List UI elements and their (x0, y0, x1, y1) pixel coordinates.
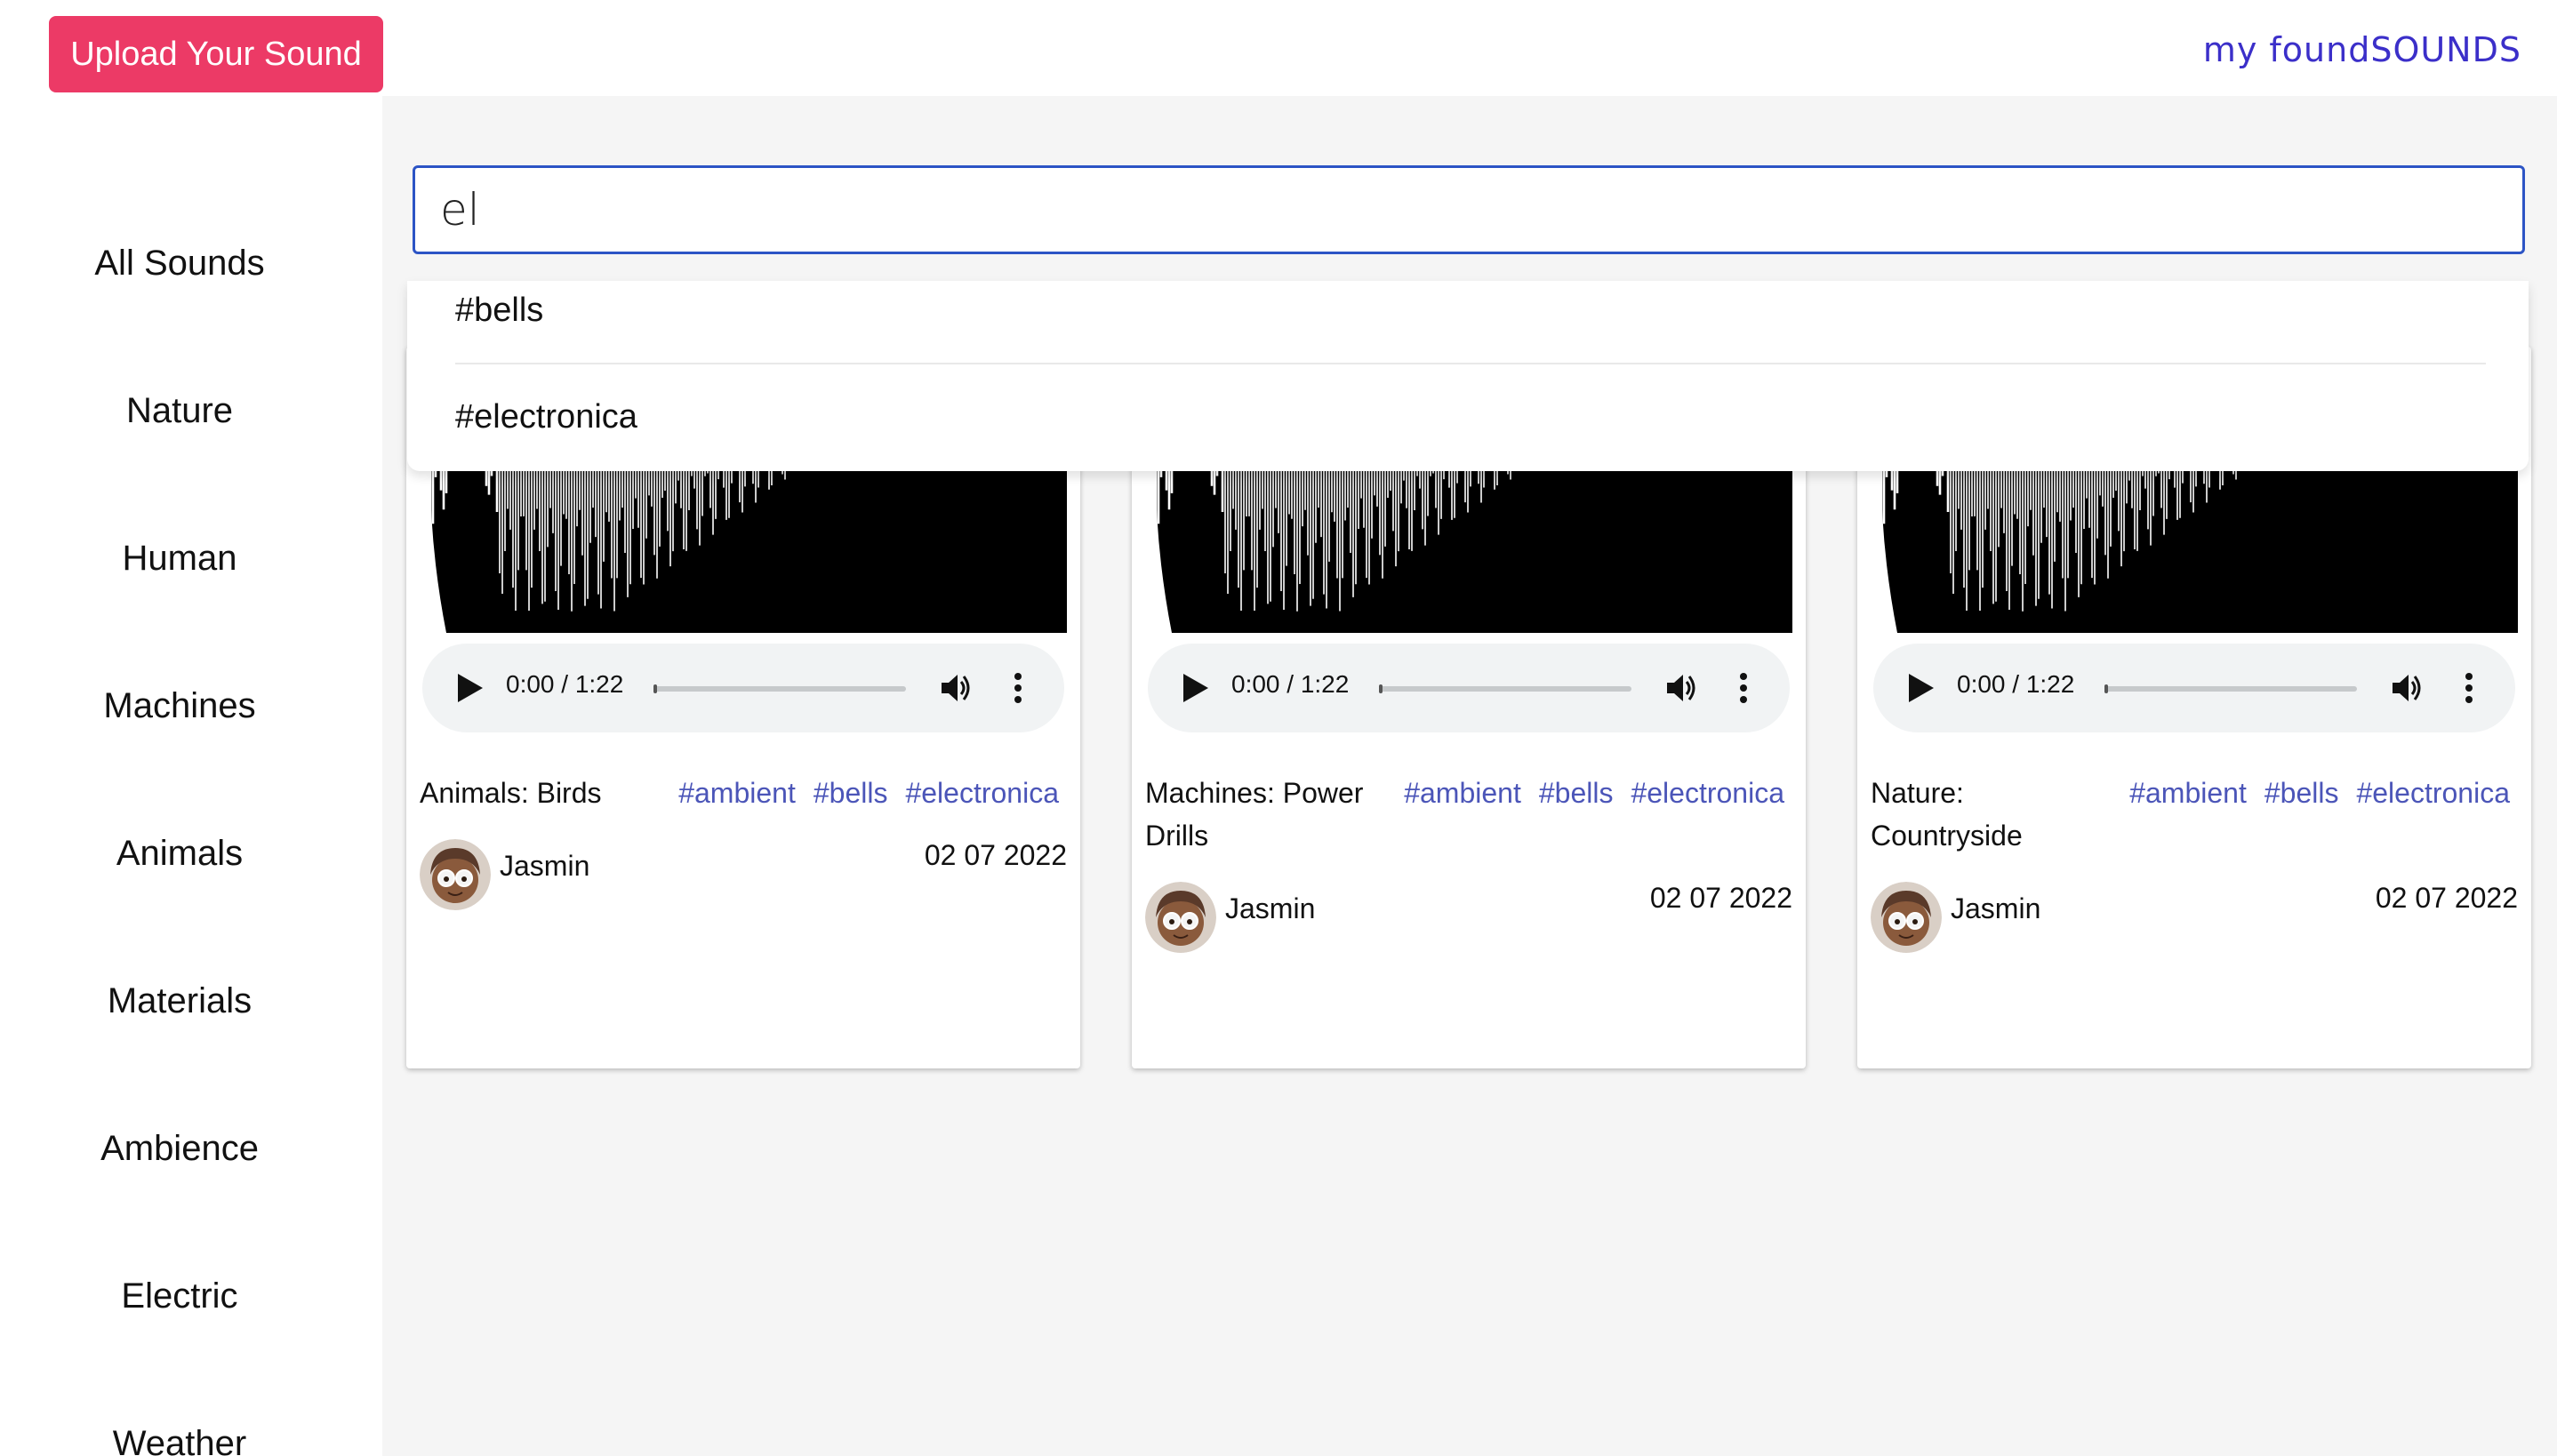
sidebar-item-machines[interactable]: Machines (0, 686, 359, 726)
tag-link[interactable]: #bells (1539, 772, 1614, 814)
logo-my: my (2202, 30, 2258, 69)
tag-list: #ambient #bells #electronica (2129, 772, 2510, 814)
sidebar-item-human[interactable]: Human (0, 539, 359, 579)
author: Jasmin (420, 839, 589, 910)
sound-title[interactable]: Animals: Birds (420, 772, 642, 814)
author-name[interactable]: Jasmin (500, 850, 589, 883)
page: Upload Your Sound my foundSOUNDS All Sou… (0, 0, 2557, 1456)
category-sidebar: All Sounds Nature Human Machines Animals… (0, 96, 382, 1456)
sound-title[interactable]: Nature: Countryside (1871, 772, 2093, 857)
time-display: 0:00 / 1:22 (506, 670, 624, 698)
play-icon[interactable] (1909, 674, 1934, 702)
avatar[interactable] (1145, 882, 1216, 953)
logo[interactable]: my foundSOUNDS (2109, 12, 2521, 87)
sound-wave-icon (2110, 12, 2186, 87)
tag-link[interactable]: #electronica (1631, 772, 1784, 814)
seek-knob[interactable] (2104, 684, 2108, 693)
audio-player: 0:00 / 1:22 (1148, 644, 1790, 732)
tag-list: #ambient #bells #electronica (678, 772, 1059, 814)
tag-link[interactable]: #ambient (2129, 772, 2247, 814)
seek-bar[interactable] (653, 684, 906, 693)
author: Jasmin (1871, 882, 2040, 953)
tag-link[interactable]: #electronica (2356, 772, 2510, 814)
more-vert-icon[interactable] (1011, 670, 1025, 706)
logo-text: my foundSOUNDS (2203, 30, 2521, 69)
sidebar-item-ambience[interactable]: Ambience (0, 1129, 359, 1169)
sound-title[interactable]: Machines: Power Drills (1145, 772, 1367, 857)
sidebar-item-nature[interactable]: Nature (0, 391, 359, 431)
upload-date: 02 07 2022 (924, 839, 1067, 871)
play-icon[interactable] (458, 674, 483, 702)
sidebar-item-weather[interactable]: Weather (0, 1424, 359, 1456)
tag-link[interactable]: #ambient (1404, 772, 1521, 814)
sidebar-item-electric[interactable]: Electric (0, 1276, 359, 1316)
sidebar-item-materials[interactable]: Materials (0, 981, 359, 1021)
search-suggestions-dropdown: #bells #electronica (407, 281, 2529, 471)
avatar[interactable] (420, 839, 491, 910)
author-name[interactable]: Jasmin (1225, 892, 1315, 925)
search-input[interactable] (413, 165, 2525, 254)
seek-bar[interactable] (2104, 684, 2357, 693)
tag-list: #ambient #bells #electronica (1404, 772, 1784, 814)
volume-icon[interactable] (2389, 670, 2425, 706)
suggestion-item[interactable]: #electronica (455, 398, 637, 436)
seek-knob[interactable] (653, 684, 657, 693)
audio-player: 0:00 / 1:22 (422, 644, 1064, 732)
divider (455, 363, 2486, 364)
volume-icon[interactable] (938, 670, 974, 706)
author-name[interactable]: Jasmin (1951, 892, 2040, 925)
volume-icon[interactable] (1663, 670, 1699, 706)
more-vert-icon[interactable] (2462, 670, 2476, 706)
tag-link[interactable]: #ambient (678, 772, 796, 814)
upload-sound-button[interactable]: Upload Your Sound (49, 16, 383, 92)
more-vert-icon[interactable] (1736, 670, 1751, 706)
time-display: 0:00 / 1:22 (1231, 670, 1350, 698)
seek-knob[interactable] (1379, 684, 1383, 693)
tag-link[interactable]: #bells (814, 772, 888, 814)
seek-bar[interactable] (1379, 684, 1631, 693)
logo-found-sounds: foundSOUNDS (2269, 30, 2521, 69)
sidebar-item-animals[interactable]: Animals (0, 834, 359, 874)
avatar[interactable] (1871, 882, 1942, 953)
upload-date: 02 07 2022 (2375, 882, 2518, 914)
upload-date: 02 07 2022 (1649, 882, 1792, 914)
play-icon[interactable] (1183, 674, 1208, 702)
tag-link[interactable]: #bells (2264, 772, 2339, 814)
tag-link[interactable]: #electronica (905, 772, 1059, 814)
time-display: 0:00 / 1:22 (1957, 670, 2075, 698)
suggestion-item[interactable]: #bells (455, 292, 543, 330)
author: Jasmin (1145, 882, 1315, 953)
audio-player: 0:00 / 1:22 (1873, 644, 2515, 732)
sidebar-item-all-sounds[interactable]: All Sounds (0, 244, 359, 284)
